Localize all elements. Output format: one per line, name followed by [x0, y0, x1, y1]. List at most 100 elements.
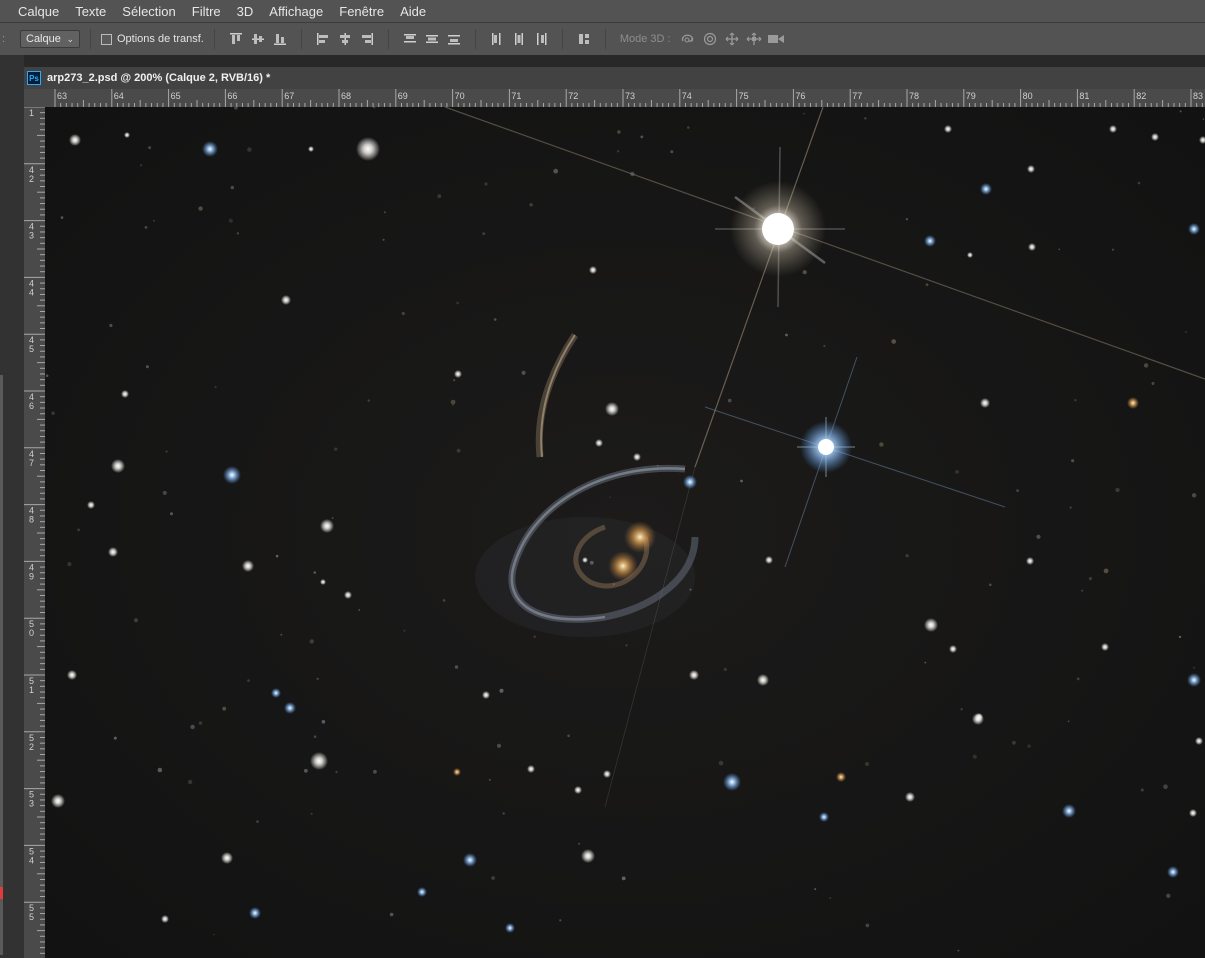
faint-star: [905, 218, 909, 221]
align-horizontal-centers-icon[interactable]: [336, 30, 354, 48]
faint-star: [230, 185, 234, 190]
faint-star: [621, 876, 626, 881]
auto-select-dropdown[interactable]: Calque ⌄: [20, 30, 80, 48]
faint-star: [198, 206, 203, 211]
star: [121, 390, 129, 398]
show-transform-controls-checkbox[interactable]: Options de transf.: [101, 33, 204, 45]
distribute-right-icon[interactable]: [532, 30, 550, 48]
auto-select-value: Calque: [26, 33, 61, 45]
star: [683, 475, 697, 489]
options-divider: [604, 29, 606, 49]
star: [1195, 737, 1203, 745]
faint-star: [77, 528, 81, 532]
faint-star: [456, 301, 459, 305]
menu-fenetre[interactable]: Fenêtre: [331, 4, 392, 19]
faint-star: [275, 554, 279, 558]
faint-star: [1151, 382, 1155, 385]
rotate-3d-icon[interactable]: [679, 30, 697, 48]
vertical-ruler[interactable]: 142434445464748495051525354555: [24, 107, 45, 958]
ruler-label: 65: [171, 91, 181, 101]
menu-affichage[interactable]: Affichage: [261, 4, 331, 19]
star: [836, 772, 846, 782]
star: [223, 466, 241, 484]
star: [482, 691, 490, 699]
faint-star: [157, 767, 163, 773]
distribute-bottom-icon[interactable]: [445, 30, 463, 48]
menu-selection[interactable]: Sélection: [114, 4, 183, 19]
star: [51, 794, 65, 808]
faint-star: [389, 912, 394, 917]
faint-star: [529, 203, 533, 207]
faint-star: [1163, 784, 1168, 789]
scale-3d-icon[interactable]: [767, 30, 785, 48]
star: [1109, 125, 1117, 133]
ruler-origin[interactable]: [24, 89, 45, 107]
faint-star: [198, 721, 203, 725]
ruler-label: 5: [29, 344, 34, 354]
menu-calque[interactable]: Calque: [0, 4, 67, 19]
faint-star: [1074, 399, 1077, 402]
document-tab[interactable]: Ps arp273_2.psd @ 200% (Calque 2, RVB/16…: [24, 67, 1205, 89]
checkbox-box[interactable]: [101, 33, 112, 45]
faint-star: [1166, 893, 1171, 898]
faint-star: [165, 450, 168, 453]
faint-star: [456, 448, 461, 453]
faint-star: [752, 207, 755, 210]
faint-star: [67, 562, 72, 567]
faint-star: [313, 571, 317, 574]
transform-controls-label: Options de transf.: [117, 33, 204, 45]
menu-aide[interactable]: Aide: [392, 4, 434, 19]
faint-star: [214, 386, 217, 389]
star: [1187, 673, 1201, 687]
menu-filtre[interactable]: Filtre: [184, 4, 229, 19]
faint-star: [785, 333, 788, 337]
drag-3d-icon[interactable]: [723, 30, 741, 48]
faint-star: [1178, 635, 1182, 639]
ruler-label: 79: [966, 91, 976, 101]
star: [242, 560, 254, 572]
faint-star: [864, 117, 867, 120]
faint-star: [331, 517, 334, 519]
ruler-label: 3: [29, 799, 34, 809]
auto-align-layers-icon[interactable]: [575, 30, 593, 48]
distribute-left-icon[interactable]: [488, 30, 506, 48]
align-top-edges-icon[interactable]: [227, 30, 245, 48]
roll-3d-icon[interactable]: [701, 30, 719, 48]
distribute-vertical-centers-icon[interactable]: [423, 30, 441, 48]
faint-star: [1111, 248, 1115, 251]
ruler-label: 67: [284, 91, 294, 101]
faint-star: [814, 888, 817, 891]
star: [905, 792, 915, 802]
faint-star: [1115, 487, 1120, 493]
align-bottom-edges-icon[interactable]: [271, 30, 289, 48]
menu-texte[interactable]: Texte: [67, 4, 114, 19]
distribute-top-icon[interactable]: [401, 30, 419, 48]
faint-star: [113, 736, 117, 740]
horizontal-ruler[interactable]: 63 64 65 66 67 68 69 70 71 72 73 74 75 76 77 78 79 80 81 82…: [45, 89, 1205, 107]
faint-star: [740, 479, 743, 483]
align-right-edges-icon[interactable]: [358, 30, 376, 48]
align-vertical-centers-icon[interactable]: [249, 30, 267, 48]
faint-star: [187, 779, 193, 785]
distribute-horizontal-centers-icon[interactable]: [510, 30, 528, 48]
slide-3d-icon[interactable]: [745, 30, 763, 48]
color-swatch-edge[interactable]: [0, 887, 3, 899]
faint-star: [656, 464, 659, 467]
star: [1151, 133, 1159, 141]
menu-bar: Calque Texte Sélection Filtre 3D Afficha…: [0, 0, 1205, 22]
faint-star: [559, 919, 562, 922]
star: [1189, 809, 1197, 817]
menu-3d[interactable]: 3D: [229, 4, 262, 19]
ruler-label: 63: [57, 91, 67, 101]
faint-star: [718, 760, 724, 766]
star: [111, 459, 125, 473]
faint-star: [616, 150, 620, 153]
faint-star: [484, 182, 488, 186]
panel-tab-strip[interactable]: [0, 375, 3, 955]
faint-star: [689, 588, 692, 591]
star: [221, 852, 233, 864]
align-left-edges-icon[interactable]: [314, 30, 332, 48]
ruler-label: 2: [29, 742, 34, 752]
faint-star: [989, 583, 992, 587]
document-canvas[interactable]: [45, 107, 1205, 958]
